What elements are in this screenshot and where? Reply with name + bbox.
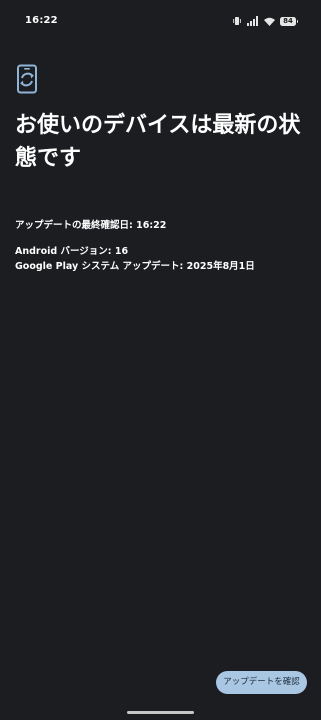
signal-icon (247, 16, 259, 26)
status-time: 16:22 (25, 15, 58, 26)
status-bar: 16:22 84 (0, 0, 321, 40)
page-title: お使いのデバイスは最新の状態です (15, 113, 301, 171)
battery-icon: 84 (280, 16, 298, 26)
system-update-icon (15, 64, 41, 94)
android-version-text: Android バージョン: 16 (15, 246, 129, 257)
check-update-button[interactable]: アップデートを確認 (216, 671, 307, 694)
vibrate-icon (232, 16, 242, 26)
last-check-text: アップデートの最終確認日: 16:22 (15, 220, 167, 231)
wifi-icon (264, 17, 275, 26)
google-play-update-text: Google Play システム アップデート: 2025年8月1日 (15, 261, 255, 272)
status-icons: 84 (232, 15, 298, 27)
home-indicator[interactable] (127, 711, 194, 714)
